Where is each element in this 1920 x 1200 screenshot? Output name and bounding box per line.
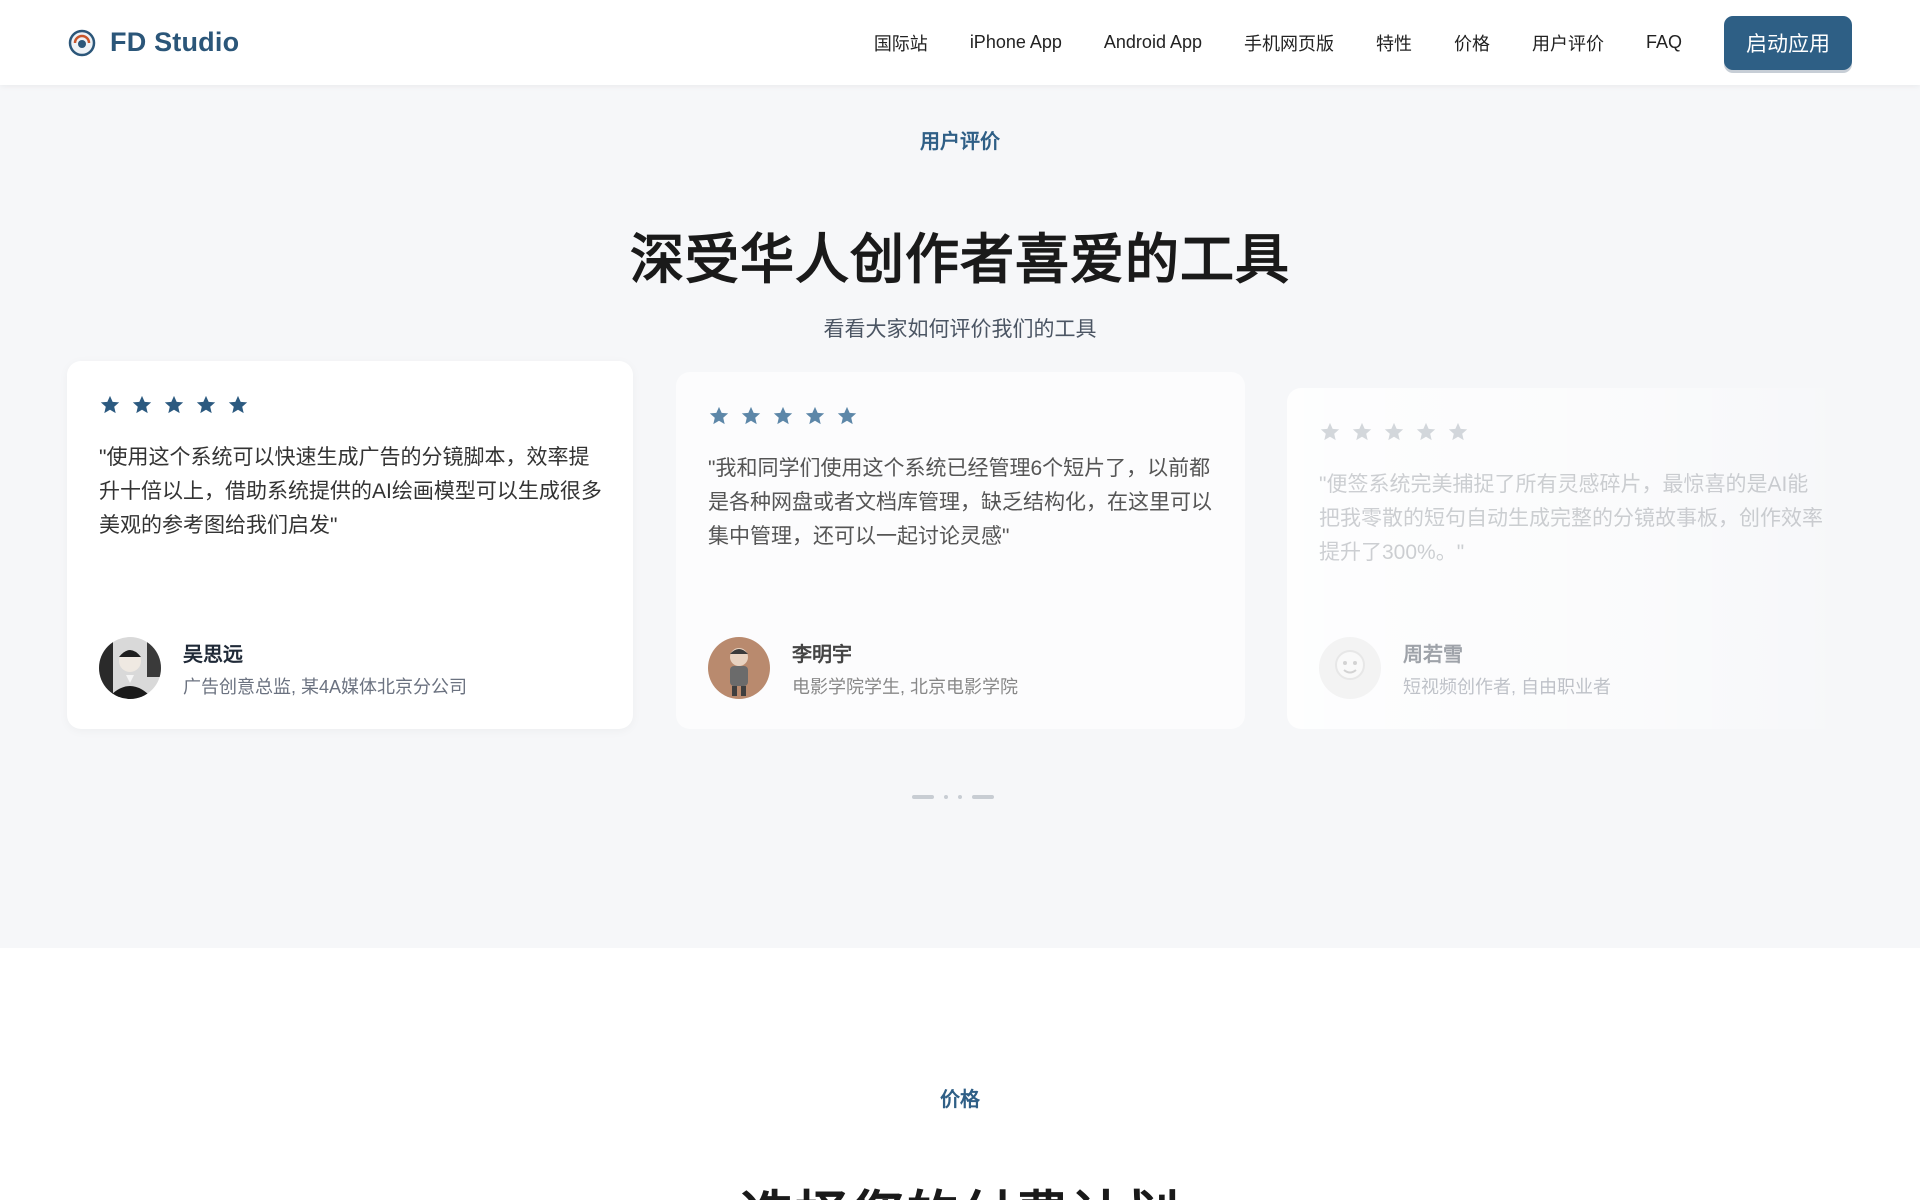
author-name: 周若雪 (1403, 643, 1463, 666)
star-icon (132, 395, 152, 414)
brand-name: FD Studio (110, 27, 240, 57)
launch-app-button[interactable]: 启动应用 (1724, 15, 1852, 70)
rating-stars (99, 393, 601, 417)
testimonial-author: 周若雪 短视频创作者, 自由职业者 (1319, 637, 1611, 699)
section-subtitle: 看看大家如何评价我们的工具 (823, 318, 1097, 341)
testimonial-author: 吴思远 广告创意总监, 某4A媒体北京分公司 (99, 637, 467, 699)
star-icon (805, 406, 825, 425)
nav-item-iphone-app[interactable]: iPhone App (970, 32, 1062, 53)
nav-item-pricing[interactable]: 价格 (1454, 30, 1490, 56)
section-title: 选择您的付费计划 (0, 1172, 1920, 1200)
star-icon (741, 406, 761, 425)
avatar (1319, 637, 1381, 699)
section-eyebrow: 价格 (940, 1089, 980, 1111)
star-icon (837, 406, 857, 425)
author-role: 短视频创作者, 自由职业者 (1403, 676, 1612, 697)
carousel-dot[interactable] (958, 795, 962, 799)
testimonial-author: 李明宇 电影学院学生, 北京电影学院 (708, 637, 1018, 699)
carousel-dot[interactable] (912, 795, 934, 799)
avatar (708, 637, 770, 699)
nav-item-testimonials[interactable]: 用户评价 (1532, 30, 1604, 56)
star-icon (100, 395, 120, 414)
rating-stars (708, 404, 1213, 428)
nav-item-features[interactable]: 特性 (1376, 30, 1412, 56)
author-name: 李明宇 (792, 643, 852, 666)
testimonial-quote: "我和同学们使用这个系统已经管理6个短片了，以前都是各种网盘或者文档库管理，缺乏… (708, 457, 1212, 548)
fd-logo-icon (68, 29, 96, 56)
star-icon (773, 406, 793, 425)
star-icon (228, 395, 248, 414)
author-name: 吴思远 (183, 643, 243, 666)
author-role: 电影学院学生, 北京电影学院 (792, 676, 1019, 697)
pricing-section: 价格 选择您的付费计划 (0, 948, 1920, 1200)
star-icon (709, 406, 729, 425)
testimonial-card[interactable]: "我和同学们使用这个系统已经管理6个短片了，以前都是各种网盘或者文档库管理，缺乏… (676, 372, 1245, 729)
star-icon (1416, 422, 1436, 441)
carousel-indicator (912, 795, 994, 799)
author-role: 广告创意总监, 某4A媒体北京分公司 (183, 676, 468, 697)
testimonial-card[interactable]: "使用这个系统可以快速生成广告的分镜脚本，效率提升十倍以上，借助系统提供的AI绘… (67, 361, 633, 729)
star-icon (1384, 422, 1404, 441)
rating-stars (1319, 420, 1821, 444)
section-title: 深受华人创作者喜爱的工具 (630, 230, 1290, 290)
top-navbar: FD Studio 国际站 iPhone App Android App 手机网… (0, 0, 1920, 85)
avatar (99, 637, 161, 699)
main-nav: 国际站 iPhone App Android App 手机网页版 特性 价格 用… (874, 15, 1852, 70)
brand[interactable]: FD Studio (68, 27, 239, 58)
star-icon (1352, 422, 1372, 441)
star-icon (164, 395, 184, 414)
carousel-dot[interactable] (972, 795, 994, 799)
nav-item-mobile-web[interactable]: 手机网页版 (1244, 30, 1334, 56)
testimonial-quote: "便签系统完美捕捉了所有灵感碎片，最惊喜的是AI能把我零散的短句自动生成完整的分… (1319, 473, 1823, 564)
nav-item-international[interactable]: 国际站 (874, 30, 928, 56)
testimonial-quote: "使用这个系统可以快速生成广告的分镜脚本，效率提升十倍以上，借助系统提供的AI绘… (99, 446, 602, 537)
nav-item-faq[interactable]: FAQ (1646, 32, 1682, 53)
star-icon (1448, 422, 1468, 441)
nav-item-android-app[interactable]: Android App (1104, 32, 1202, 53)
section-eyebrow: 用户评价 (920, 131, 1000, 153)
star-icon (196, 395, 216, 414)
testimonial-card[interactable]: "便签系统完美捕捉了所有灵感碎片，最惊喜的是AI能把我零散的短句自动生成完整的分… (1287, 388, 1853, 729)
carousel-dot[interactable] (944, 795, 948, 799)
star-icon (1320, 422, 1340, 441)
